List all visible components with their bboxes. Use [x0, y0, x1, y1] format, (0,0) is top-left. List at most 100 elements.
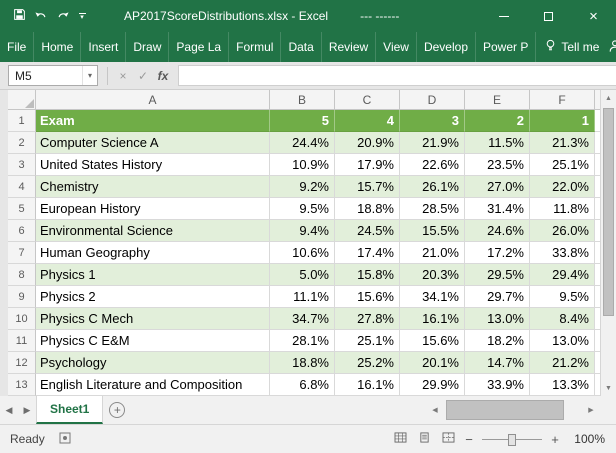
cell[interactable]: 9.5% — [270, 198, 335, 220]
cell[interactable]: Computer Science A — [36, 132, 270, 154]
cell[interactable]: 11.5% — [465, 132, 530, 154]
row-header[interactable]: 12 — [8, 352, 36, 374]
row-header[interactable]: 13 — [8, 374, 36, 396]
cell[interactable]: Human Geography — [36, 242, 270, 264]
zoom-slider-thumb[interactable] — [508, 434, 516, 446]
column-header-f[interactable]: F — [530, 90, 595, 110]
row-header[interactable]: 3 — [8, 154, 36, 176]
cell[interactable]: 21.2% — [530, 352, 595, 374]
cell[interactable]: 34.1% — [400, 286, 465, 308]
view-page-layout-button[interactable] — [412, 425, 436, 453]
ribbon-tab-file[interactable]: File — [0, 32, 34, 62]
enter-button[interactable]: ✓ — [133, 65, 153, 86]
cell[interactable]: 14.7% — [465, 352, 530, 374]
row-header[interactable]: 10 — [8, 308, 36, 330]
cell[interactable]: 17.9% — [335, 154, 400, 176]
cell[interactable]: 8.4% — [530, 308, 595, 330]
cell[interactable]: 27.8% — [335, 308, 400, 330]
cell[interactable]: 11.8% — [530, 198, 595, 220]
cell[interactable]: 24.6% — [465, 220, 530, 242]
cell[interactable]: 15.7% — [335, 176, 400, 198]
maximize-button[interactable] — [526, 0, 571, 32]
formula-input[interactable] — [178, 65, 616, 86]
minimize-button[interactable] — [481, 0, 526, 32]
cell[interactable]: 15.6% — [335, 286, 400, 308]
cell[interactable]: 26.0% — [530, 220, 595, 242]
scroll-right-icon[interactable]: ▶ — [583, 406, 599, 414]
cell[interactable]: United States History — [36, 154, 270, 176]
horizontal-scrollbar-thumb[interactable] — [446, 400, 564, 420]
cell[interactable]: 20.9% — [335, 132, 400, 154]
cell[interactable]: Exam — [36, 110, 270, 132]
cell[interactable]: Chemistry — [36, 176, 270, 198]
cell[interactable]: 15.6% — [400, 330, 465, 352]
undo-button[interactable] — [30, 0, 52, 32]
cell[interactable]: 18.2% — [465, 330, 530, 352]
cell[interactable]: 23.5% — [465, 154, 530, 176]
cell[interactable]: 4 — [335, 110, 400, 132]
cell[interactable]: 5 — [270, 110, 335, 132]
cancel-button[interactable]: × — [113, 65, 133, 86]
cell[interactable]: Physics 2 — [36, 286, 270, 308]
cell[interactable]: 28.5% — [400, 198, 465, 220]
sheet-tab-sheet1[interactable]: Sheet1 — [36, 396, 103, 424]
zoom-level[interactable]: 100% — [569, 432, 605, 446]
cell[interactable]: 9.4% — [270, 220, 335, 242]
zoom-in-button[interactable]: + — [546, 432, 564, 447]
scroll-up-icon[interactable]: ▲ — [601, 90, 616, 106]
row-header[interactable]: 7 — [8, 242, 36, 264]
cell[interactable]: 29.4% — [530, 264, 595, 286]
column-header-d[interactable]: D — [400, 90, 465, 110]
ribbon-tab-data[interactable]: Data — [281, 32, 321, 62]
cell[interactable]: 33.9% — [465, 374, 530, 396]
cell[interactable]: 15.5% — [400, 220, 465, 242]
ribbon-tab-formul[interactable]: Formul — [229, 32, 281, 62]
customize-quick-access-button[interactable]: ▾ — [74, 0, 90, 32]
horizontal-scrollbar-track[interactable] — [443, 396, 583, 424]
select-all-corner[interactable] — [8, 90, 36, 110]
view-normal-button[interactable] — [388, 425, 412, 453]
cell[interactable]: 13.0% — [465, 308, 530, 330]
cell[interactable]: 25.1% — [335, 330, 400, 352]
close-button[interactable]: × — [571, 0, 616, 32]
cell[interactable]: 2 — [465, 110, 530, 132]
zoom-slider[interactable] — [480, 425, 544, 453]
cell[interactable]: 31.4% — [465, 198, 530, 220]
cell[interactable]: 33.8% — [530, 242, 595, 264]
ribbon-tab-view[interactable]: View — [376, 32, 417, 62]
column-header-e[interactable]: E — [465, 90, 530, 110]
cell[interactable]: 18.8% — [270, 352, 335, 374]
ribbon-tab-power-p[interactable]: Power P — [476, 32, 536, 62]
cell[interactable]: Physics C E&M — [36, 330, 270, 352]
cell[interactable]: Environmental Science — [36, 220, 270, 242]
cell[interactable]: Physics 1 — [36, 264, 270, 286]
row-header[interactable]: 2 — [8, 132, 36, 154]
row-header[interactable]: 8 — [8, 264, 36, 286]
cell[interactable]: 9.2% — [270, 176, 335, 198]
cell[interactable]: 3 — [400, 110, 465, 132]
vertical-scrollbar-thumb[interactable] — [603, 108, 614, 316]
cell[interactable]: 29.7% — [465, 286, 530, 308]
cell[interactable]: 29.5% — [465, 264, 530, 286]
row-header[interactable]: 11 — [8, 330, 36, 352]
row-header[interactable]: 5 — [8, 198, 36, 220]
redo-button[interactable] — [52, 0, 74, 32]
add-sheet-button[interactable]: + — [103, 396, 131, 424]
cell[interactable]: 5.0% — [270, 264, 335, 286]
tell-me-box[interactable]: Tell me — [536, 32, 608, 62]
cell[interactable]: 25.1% — [530, 154, 595, 176]
cell[interactable]: 22.0% — [530, 176, 595, 198]
row-header[interactable]: 4 — [8, 176, 36, 198]
cell[interactable]: 17.2% — [465, 242, 530, 264]
column-header-a[interactable]: A — [36, 90, 270, 110]
sheet-nav-right-icon[interactable]: ▶ — [18, 396, 36, 424]
cell[interactable]: 10.6% — [270, 242, 335, 264]
cell[interactable]: 21.3% — [530, 132, 595, 154]
column-header-b[interactable]: B — [270, 90, 335, 110]
cell[interactable]: European History — [36, 198, 270, 220]
row-header[interactable]: 1 — [8, 110, 36, 132]
user-account-button[interactable] — [608, 32, 616, 62]
ribbon-tab-develop[interactable]: Develop — [417, 32, 476, 62]
cell[interactable]: 34.7% — [270, 308, 335, 330]
row-header[interactable]: 9 — [8, 286, 36, 308]
